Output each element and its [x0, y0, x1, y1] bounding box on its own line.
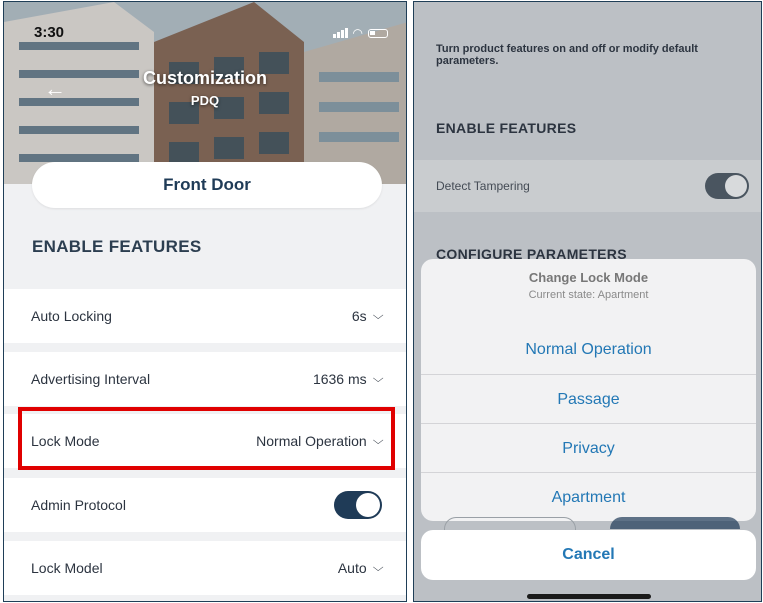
option-normal-operation[interactable]: Normal Operation — [421, 325, 756, 374]
row-label: Admin Protocol — [31, 497, 126, 513]
row-label: Lock Model — [31, 560, 103, 576]
door-name-card: Front Door — [32, 162, 382, 208]
page-description: Turn product features on and off or modi… — [436, 43, 698, 67]
page-subtitle: PDQ — [190, 93, 220, 108]
cancel-button[interactable]: Cancel — [421, 530, 756, 580]
chevron-down-icon: ⌵ — [372, 561, 384, 574]
section-title-enable-features: ENABLE FEATURES — [32, 237, 202, 256]
row-value: Auto — [337, 560, 367, 576]
row-value: 6s — [351, 308, 367, 324]
sheet-title: Change Lock Mode — [528, 270, 649, 285]
row-lock-model[interactable]: Lock Model Auto ⌵ — [4, 541, 406, 595]
row-label: Detect Tampering — [436, 179, 530, 193]
option-apartment[interactable]: Apartment — [421, 472, 756, 521]
option-passage[interactable]: Passage — [421, 374, 756, 424]
status-time: 3:30 — [34, 24, 65, 41]
section-title-enable-features: ENABLE FEATURES — [436, 120, 577, 136]
chevron-down-icon: ⌵ — [372, 372, 384, 385]
row-auto-locking[interactable]: Auto Locking 6s ⌵ — [4, 289, 406, 343]
row-advertising-interval[interactable]: Advertising Interval 1636 ms ⌵ — [4, 352, 406, 406]
auto-locking-select[interactable]: 6s ⌵ — [351, 308, 384, 324]
header-image: 3:30 ◠ ← Customization PDQ — [4, 2, 406, 184]
advertising-interval-select[interactable]: 1636 ms ⌵ — [312, 371, 384, 387]
status-icons: ◠ — [332, 26, 388, 40]
row-label: Advertising Interval — [31, 371, 151, 387]
background-button-filled — [610, 517, 740, 529]
lock-model-select[interactable]: Auto ⌵ — [337, 560, 384, 576]
option-privacy[interactable]: Privacy — [421, 423, 756, 473]
row-value: 1636 ms — [312, 371, 367, 387]
row-admin-protocol[interactable]: Admin Protocol — [4, 478, 406, 532]
battery-icon — [368, 28, 388, 38]
change-lock-mode-sheet: Change Lock Mode Current state: Apartmen… — [421, 259, 756, 521]
home-indicator — [527, 594, 651, 599]
row-label: Auto Locking — [31, 308, 112, 324]
wifi-icon: ◠ — [352, 26, 363, 40]
chevron-down-icon: ⌵ — [372, 309, 384, 322]
right-phone-screen: Turn product features on and off or modi… — [413, 1, 762, 602]
detect-tampering-toggle[interactable] — [705, 173, 749, 199]
admin-protocol-toggle[interactable] — [334, 491, 382, 519]
background-button-outline — [444, 517, 576, 530]
sheet-subtitle: Current state: Apartment — [528, 289, 649, 301]
cellular-signal-icon — [332, 28, 348, 38]
page-title: Customization — [143, 68, 267, 88]
row-detect-tampering[interactable]: Detect Tampering — [414, 160, 761, 212]
left-phone-screen: 3:30 ◠ ← Customization PDQ Front Door EN… — [3, 1, 407, 602]
highlight-box — [18, 407, 395, 470]
